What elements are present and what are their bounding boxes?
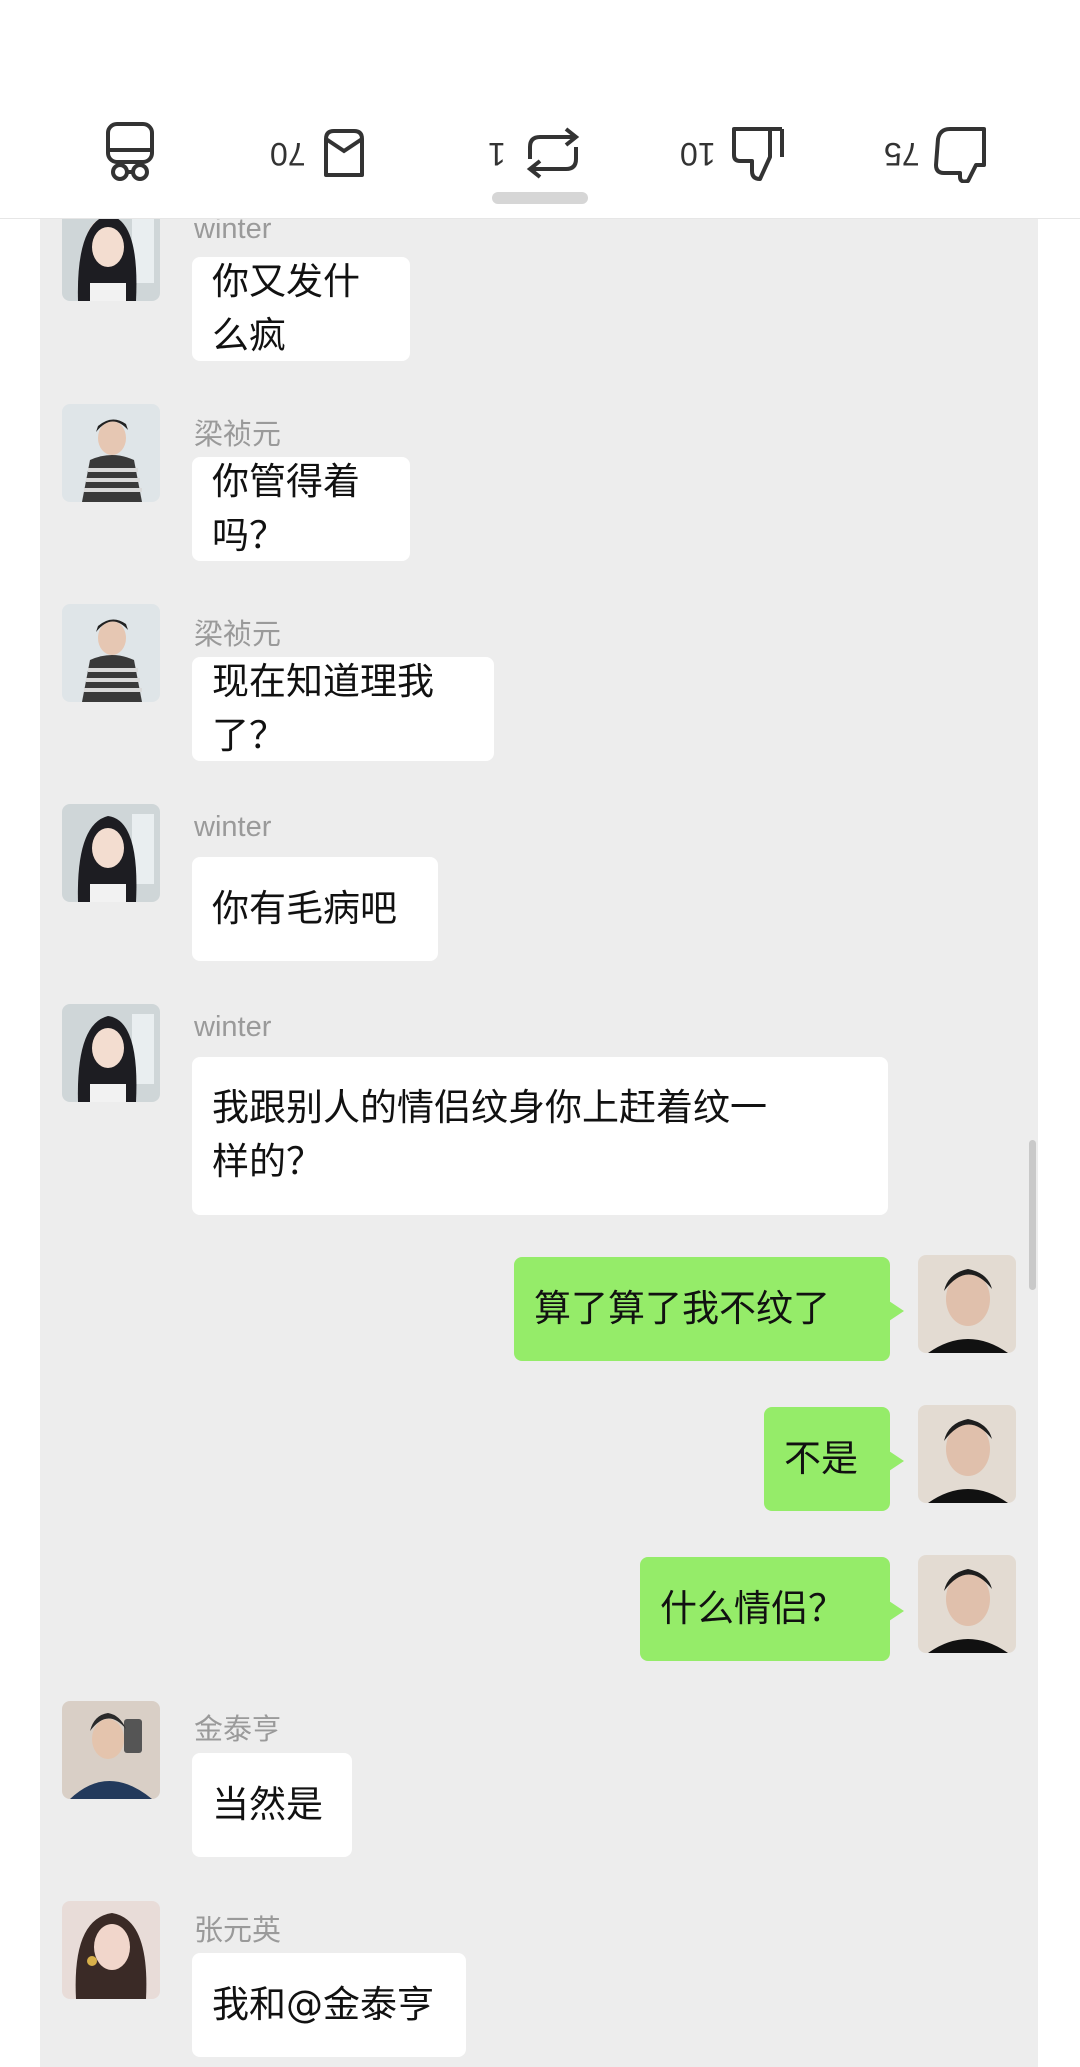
message-text: 当然是 <box>212 1783 323 1826</box>
sender-name: 张元英 <box>194 1915 282 1947</box>
message-bubble[interactable]: 算了算了我不纹了 <box>514 1257 904 1361</box>
sticker-icon <box>106 122 154 181</box>
message-text: 什么情侣？ <box>660 1587 845 1630</box>
share-icon <box>323 129 364 177</box>
dislike-button[interactable]: 10 <box>680 118 786 188</box>
message-text: 你有毛病吧 <box>212 887 397 930</box>
chat-scrollbar[interactable] <box>1029 1140 1036 1290</box>
avatar-winter <box>62 1004 160 1102</box>
avatar-kim <box>62 1701 160 1799</box>
avatar-liang <box>62 604 160 702</box>
avatar-liang <box>62 404 160 502</box>
avatar-self <box>918 1255 1016 1353</box>
message-bubble[interactable]: 你管得着吗？ <box>192 457 410 561</box>
sender-name: 梁祯元 <box>194 619 282 651</box>
sender-name: 金泰亨 <box>194 1714 282 1746</box>
repost-count: 1 <box>488 135 506 172</box>
avatar-winter <box>62 804 160 902</box>
share-count: 70 <box>270 135 306 172</box>
message-text: 不是 <box>784 1437 858 1480</box>
chat-screenshot: winter 你又发什么疯 梁祯元 你管得着吗？ 梁祯元 现在知道理我了？ wi… <box>40 219 1038 2067</box>
repost-button[interactable]: 1 <box>488 118 586 188</box>
message-bubble[interactable]: 当然是 <box>192 1753 352 1857</box>
repost-icon <box>526 127 579 179</box>
action-bar: 70 1 10 75 <box>0 0 1080 219</box>
message-bubble[interactable]: 现在知道理我了？ <box>192 657 494 761</box>
sender-name: winter <box>194 1011 272 1043</box>
sticker-button[interactable] <box>100 118 160 188</box>
avatar-self <box>918 1405 1016 1503</box>
message-text-line-2: 样的？ <box>212 1140 323 1183</box>
message-bubble[interactable]: 你有毛病吧 <box>192 857 438 961</box>
message-text: 你管得着吗？ <box>212 460 360 557</box>
message-text-line-1: 我跟别人的情侣纹身你上赶着纹一 <box>212 1086 767 1129</box>
like-button[interactable]: 75 <box>884 118 990 188</box>
message-bubble[interactable]: 我和@金泰亨 <box>192 1953 466 2057</box>
message-bubble[interactable]: 什么情侣？ <box>640 1557 904 1661</box>
like-count: 75 <box>884 135 920 172</box>
thumbs-up-icon <box>933 127 986 183</box>
message-bubble[interactable]: 我跟别人的情侣纹身你上赶着纹一 样的？ <box>192 1057 888 1215</box>
message-bubble[interactable]: 你又发什么疯 <box>192 257 410 361</box>
share-button[interactable]: 70 <box>270 118 368 188</box>
sender-name: 梁祯元 <box>194 419 282 451</box>
sender-name: winter <box>194 811 272 843</box>
sender-name: winter <box>194 219 272 245</box>
drag-handle[interactable] <box>492 192 588 204</box>
avatar-self <box>918 1555 1016 1653</box>
message-text: 算了算了我不纹了 <box>534 1287 830 1330</box>
message-text: 你又发什么疯 <box>212 260 360 357</box>
message-text: 现在知道理我了？ <box>212 660 434 757</box>
message-text: 我和@金泰亨 <box>212 1983 434 2026</box>
dislike-count: 10 <box>680 135 716 172</box>
avatar-winter <box>62 219 160 301</box>
avatar-zhang <box>62 1901 160 1999</box>
thumbs-down-icon <box>731 127 784 181</box>
message-bubble[interactable]: 不是 <box>764 1407 904 1511</box>
